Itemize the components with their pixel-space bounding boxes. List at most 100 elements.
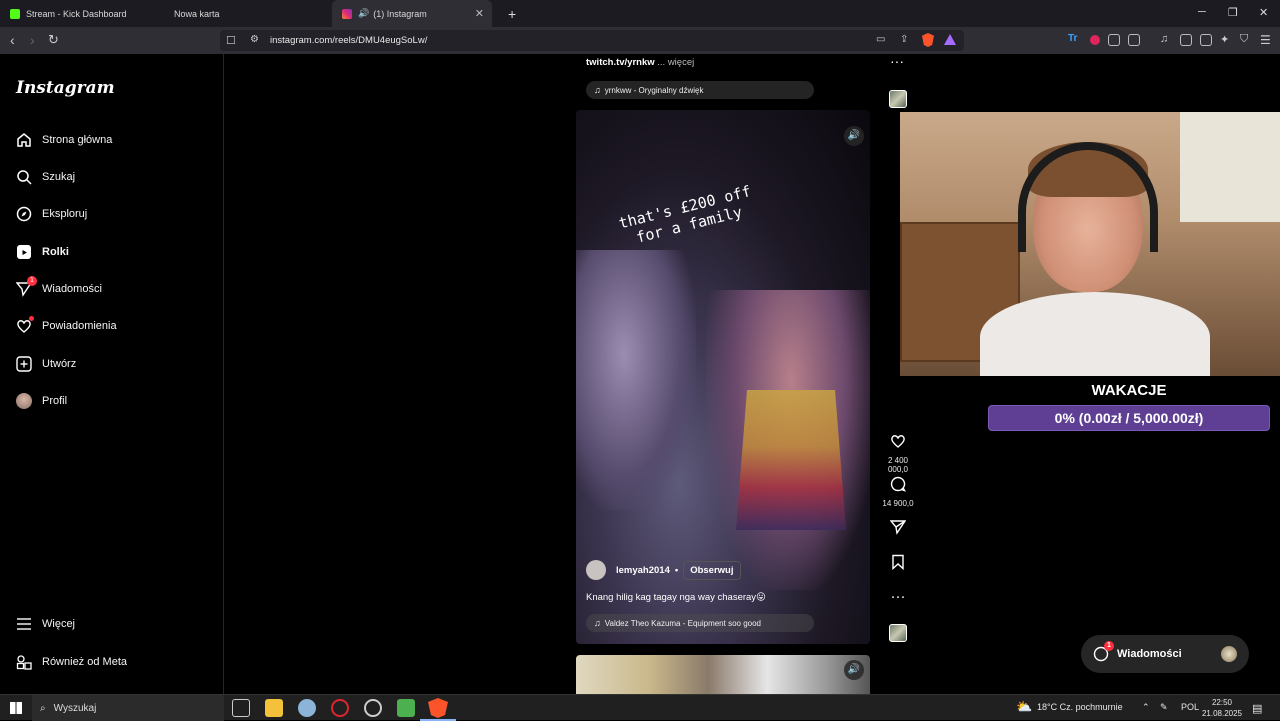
share-icon[interactable]: ⇪ — [900, 34, 908, 45]
prev-more-options-icon[interactable]: ··· — [890, 53, 904, 69]
screenshot-icon[interactable] — [1128, 34, 1140, 46]
more-options-action[interactable]: ··· — [880, 588, 916, 606]
sidebar-item-search[interactable]: Szukaj — [16, 165, 75, 189]
comment-action[interactable]: 14 900,0 — [880, 476, 916, 508]
app-icon-3[interactable] — [397, 699, 415, 717]
music-note-icon: ♫ — [594, 85, 601, 95]
translate-extension-icon[interactable]: Tr — [1068, 33, 1077, 44]
reel-author-row: lemyah2014 • Obserwuj — [586, 559, 741, 581]
sidebar-toggle-icon[interactable] — [1180, 34, 1192, 46]
caption-link[interactable]: twitch.tv/yrnkw — [586, 57, 655, 68]
search-icon — [16, 169, 32, 185]
sidebar-item-label: Profil — [42, 395, 68, 407]
sidebar-item-label: Szukaj — [42, 171, 76, 183]
leo-ai-icon[interactable]: ✦ — [1220, 33, 1229, 46]
close-tab-icon[interactable]: ✕ — [475, 7, 484, 20]
pen-icon[interactable]: ✎ — [1160, 702, 1168, 713]
more-options-icon[interactable]: ··· — [880, 588, 916, 606]
clock[interactable]: 22:50 21.08.2025 — [1200, 697, 1244, 719]
tab-kick-dashboard[interactable]: Stream - Kick Dashboard — [0, 0, 164, 27]
tab-label: (1) Instagram — [373, 8, 427, 19]
volume-icon[interactable]: 🔊 — [844, 126, 864, 146]
sidebar-item-notifications[interactable]: Powiadomienia — [16, 314, 117, 338]
conversation-avatar[interactable] — [1221, 646, 1237, 662]
sidebar-item-profile[interactable]: Profil — [16, 389, 67, 413]
file-explorer-icon[interactable] — [265, 699, 283, 717]
send-icon[interactable] — [880, 519, 916, 540]
app-icon-1[interactable] — [298, 699, 316, 717]
like-action[interactable]: 2 400 000,0 — [880, 433, 916, 474]
record-extension-icon[interactable] — [1090, 35, 1100, 45]
sidebar-item-also-from-meta[interactable]: Również od Meta — [16, 650, 127, 674]
kick-favicon-icon — [10, 8, 20, 19]
sidebar-item-reels[interactable]: Rolki — [16, 240, 69, 264]
instagram-logo[interactable]: Instagram — [16, 78, 115, 98]
address-bar[interactable]: ☐ ⚙ instagram.com/reels/DMU4eugSoLw/ ▭ ⇪ — [220, 30, 964, 51]
vpn-shield-icon[interactable]: ⛉ — [1240, 33, 1248, 46]
messages-pill-label: Wiadomości — [1117, 648, 1182, 660]
media-icon[interactable]: ♫ — [1160, 33, 1168, 45]
weather-text[interactable]: 18°C Cz. pochmurnie — [1037, 702, 1123, 712]
sidebar-item-label: Powiadomienia — [42, 320, 117, 332]
next-reel-preview[interactable]: 🔊 — [576, 655, 870, 694]
sidebar-item-explore[interactable]: Eksploruj — [16, 202, 87, 226]
comment-icon[interactable] — [880, 476, 916, 497]
hamburger-icon — [16, 616, 32, 632]
task-view-icon[interactable] — [232, 699, 250, 717]
prev-reel-audio[interactable]: ♫ yrnkww - Oryginalny dźwięk — [586, 81, 814, 99]
audio-thumbnail[interactable] — [889, 624, 907, 642]
back-icon[interactable]: ‹ — [10, 32, 15, 48]
notifications-icon[interactable]: ▤ — [1252, 702, 1262, 715]
weather-icon[interactable]: ⛅ — [1016, 699, 1032, 715]
more-link[interactable]: ... więcej — [657, 57, 694, 68]
webcam-background-window — [1180, 112, 1280, 222]
tab-instagram[interactable]: 🔊 (1) Instagram ✕ — [332, 0, 492, 27]
minimize-icon[interactable]: ─ — [1198, 6, 1206, 18]
brave-rewards-icon[interactable] — [944, 34, 956, 45]
taskbar-search[interactable]: ⌕ Wyszukaj — [32, 695, 224, 721]
menu-icon[interactable]: ☰ — [1260, 33, 1271, 47]
next-volume-icon[interactable]: 🔊 — [844, 660, 864, 680]
video-figure-left — [576, 250, 696, 510]
restore-icon[interactable]: ❐ — [1228, 6, 1238, 19]
windows-start-icon[interactable] — [10, 702, 22, 714]
site-settings-icon[interactable]: ⚙ — [250, 34, 259, 45]
follow-button[interactable]: Obserwuj — [683, 560, 741, 580]
bookmark-icon[interactable]: ☐ — [226, 34, 236, 47]
app-icon-2[interactable] — [364, 699, 382, 717]
webcam-person-shirt — [980, 292, 1210, 376]
author-name[interactable]: lemyah2014 — [616, 565, 670, 576]
author-avatar[interactable] — [586, 560, 606, 580]
sidebar-item-create[interactable]: Utwórz — [16, 352, 76, 376]
windows-taskbar: ⌕ Wyszukaj ⛅ 18°C Cz. pochmurnie ⌃ ✎ POL… — [0, 694, 1280, 721]
forward-icon[interactable]: › — [30, 32, 35, 48]
wallet-icon[interactable] — [1200, 34, 1212, 46]
sidebar-item-more[interactable]: Więcej — [16, 612, 75, 636]
heart-icon[interactable] — [880, 433, 916, 454]
sidebar-item-messages[interactable]: 1 Wiadomości — [15, 276, 102, 301]
cast-icon[interactable]: ▭ — [876, 34, 885, 45]
save-action[interactable] — [880, 554, 916, 575]
new-tab-button[interactable]: + — [498, 0, 516, 27]
close-window-icon[interactable]: ✕ — [1259, 6, 1268, 19]
sidebar-item-label: Utwórz — [42, 358, 77, 370]
language-indicator[interactable]: POL — [1181, 702, 1199, 712]
bookmark-icon[interactable] — [880, 554, 916, 575]
reel-audio[interactable]: ♫ Valdez Theo Kazuma - Equipment soo goo… — [586, 614, 814, 632]
brave-browser-icon[interactable] — [428, 698, 448, 718]
brave-shields-icon[interactable] — [922, 33, 934, 47]
messages-pill[interactable]: 1 Wiadomości — [1081, 635, 1249, 673]
speaker-icon[interactable]: 🔊 — [358, 8, 369, 19]
share-action[interactable] — [880, 519, 916, 540]
prev-audio-thumbnail[interactable] — [889, 90, 907, 108]
tab-new-tab[interactable]: Nowa karta — [164, 0, 332, 27]
opera-icon[interactable] — [331, 699, 349, 717]
likes-count: 2 400 000,0 — [887, 456, 909, 474]
video-overlay-text: that's £200 off for a family — [610, 180, 764, 251]
browser-tab-bar: Stream - Kick Dashboard Nowa karta 🔊 (1)… — [0, 0, 1280, 27]
reload-icon[interactable]: ↻ — [48, 32, 59, 48]
comments-count: 14 900,0 — [882, 499, 914, 508]
tray-chevron-icon[interactable]: ⌃ — [1142, 702, 1150, 713]
sidebar-item-home[interactable]: Strona główna — [16, 128, 112, 152]
extensions-icon[interactable] — [1108, 34, 1120, 46]
